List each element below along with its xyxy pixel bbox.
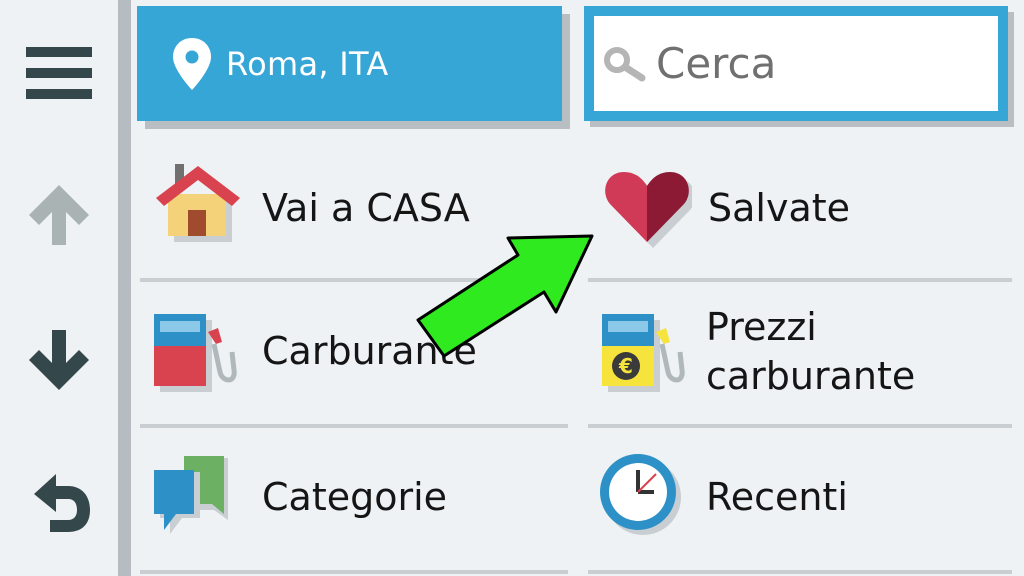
menu-item-home[interactable]: Vai a CASA xyxy=(140,140,568,278)
speech-bubbles-icon xyxy=(154,456,228,534)
search-box[interactable]: Cerca xyxy=(584,6,1008,121)
menu-item-label-line1: Prezzi xyxy=(706,305,817,349)
menu-item-label: Recenti xyxy=(706,475,848,519)
arrow-down-icon xyxy=(29,330,89,390)
row-divider xyxy=(588,278,1012,282)
location-button[interactable]: Roma, ITA xyxy=(137,6,562,121)
back-button[interactable] xyxy=(0,448,118,558)
map-pin-icon xyxy=(173,37,211,90)
search-placeholder: Cerca xyxy=(656,39,777,88)
row-divider xyxy=(140,278,568,282)
menu-item-label: Carburante xyxy=(262,329,477,373)
menu-item-categories[interactable]: Categorie xyxy=(140,430,568,568)
search-input[interactable]: Cerca xyxy=(594,16,998,111)
menu-item-recent[interactable]: Recenti xyxy=(588,430,1012,568)
location-label: Roma, ITA xyxy=(226,44,389,83)
menu-item-label-line2: carburante xyxy=(706,354,916,398)
sidebar-divider xyxy=(118,0,131,576)
svg-text:€: € xyxy=(618,354,633,378)
menu-item-saved[interactable]: Salvate xyxy=(588,140,1012,278)
menu-item-fuel-prices[interactable]: € Prezzi carburante xyxy=(588,284,1012,422)
row-divider xyxy=(588,424,1012,428)
menu-button[interactable] xyxy=(0,18,118,128)
menu-item-fuel[interactable]: Carburante xyxy=(140,284,568,422)
sidebar xyxy=(0,0,118,576)
menu-item-label: Salvate xyxy=(708,186,851,230)
menu-item-label: Categorie xyxy=(262,475,448,519)
fuel-pump-icon xyxy=(154,314,237,392)
row-divider xyxy=(140,570,568,574)
clock-icon xyxy=(600,454,681,535)
arrow-up-icon xyxy=(29,185,89,245)
fuel-price-euro-icon: € xyxy=(602,314,685,392)
hamburger-menu-icon xyxy=(26,47,92,99)
row-divider xyxy=(140,424,568,428)
back-arrow-icon xyxy=(34,474,90,532)
row-divider xyxy=(588,570,1012,574)
heart-icon xyxy=(605,172,647,242)
scroll-up-button[interactable] xyxy=(0,160,118,270)
search-icon xyxy=(604,46,646,81)
scroll-down-button[interactable] xyxy=(0,305,118,415)
menu-item-label: Vai a CASA xyxy=(262,186,470,230)
house-icon xyxy=(156,164,240,242)
